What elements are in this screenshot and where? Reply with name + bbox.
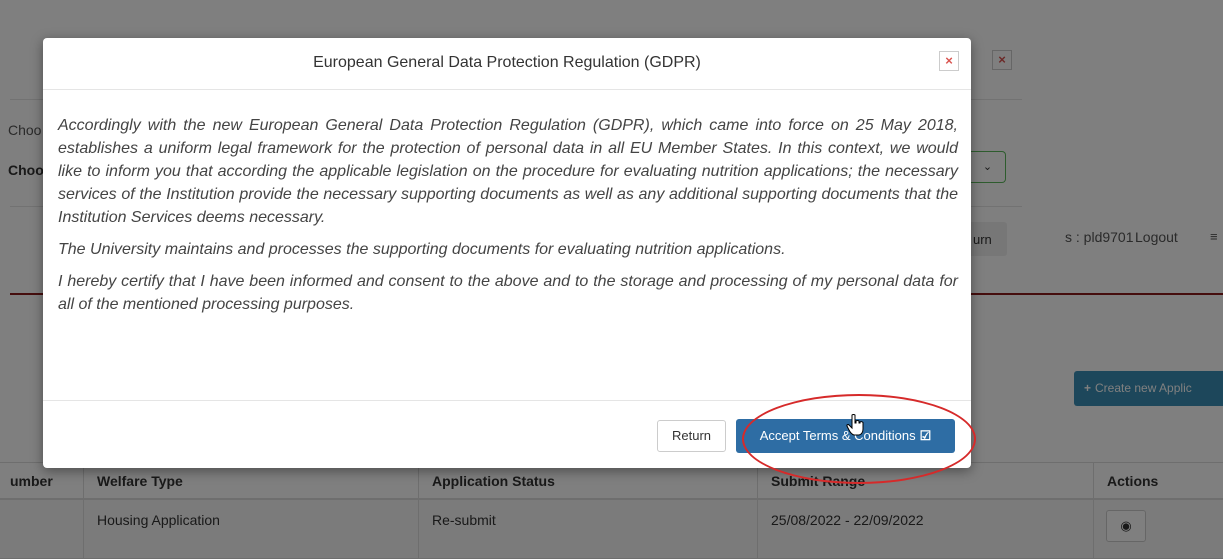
gdpr-paragraph: I hereby certify that I have been inform…: [58, 273, 958, 313]
modal-close-button[interactable]: ×: [939, 51, 959, 71]
annotation-ellipse: [742, 394, 976, 484]
modal-title: European General Data Protection Regulat…: [313, 54, 701, 71]
gdpr-paragraph: Accordingly with the new European Genera…: [58, 117, 958, 226]
gdpr-paragraph: The University maintains and processes t…: [58, 241, 786, 258]
modal-header: European General Data Protection Regulat…: [43, 38, 971, 90]
close-icon: ×: [945, 53, 953, 68]
modal-body: Accordingly with the new European Genera…: [58, 114, 958, 325]
return-button[interactable]: Return: [657, 420, 726, 452]
hand-cursor-icon: [846, 414, 864, 436]
